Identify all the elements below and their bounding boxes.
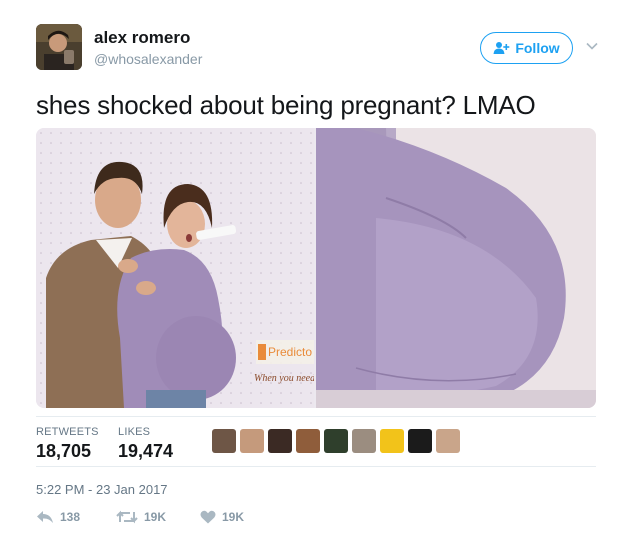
avatar[interactable] [36, 24, 82, 70]
media-tagline: When you need [254, 373, 314, 384]
liker-avatar[interactable] [436, 429, 460, 453]
tweet-media[interactable]: Predicto When you need [36, 128, 596, 408]
liker-avatar[interactable] [408, 429, 432, 453]
liker-avatars [212, 429, 460, 455]
media-brand: Predicto [268, 345, 312, 359]
tweet-stats: RETWEETS 18,705 LIKES 19,474 [36, 426, 596, 466]
likes-value: 19,474 [118, 441, 174, 461]
retweets-stat[interactable]: RETWEETS 18,705 [36, 426, 99, 462]
tweet-timestamp[interactable]: 5:22 PM - 23 Jan 2017 [36, 482, 168, 497]
like-button[interactable]: 19K [200, 510, 244, 524]
follow-label: Follow [515, 40, 560, 56]
divider-mid [36, 466, 596, 467]
add-user-icon [493, 42, 510, 54]
likes-stat[interactable]: LIKES 19,474 [118, 426, 173, 462]
chevron-down-icon[interactable] [584, 38, 600, 54]
retweets-value: 18,705 [36, 441, 92, 461]
liker-avatar[interactable] [268, 429, 292, 453]
liker-avatar[interactable] [324, 429, 348, 453]
liker-avatar[interactable] [352, 429, 376, 453]
retweets-label: RETWEETS [36, 426, 99, 438]
tweet-actions: 138 19K 19K [36, 510, 596, 530]
liker-avatar[interactable] [240, 429, 264, 453]
media-photo-left[interactable]: Predicto When you need [36, 128, 316, 408]
retweet-count: 19K [144, 510, 167, 524]
tweet-text: shes shocked about being pregnant? LMAO [36, 90, 536, 120]
retweet-icon [116, 510, 138, 524]
reply-button[interactable]: 138 [36, 510, 80, 524]
liker-avatar[interactable] [296, 429, 320, 453]
tweet-header: alex romero @whosalexander Follow [36, 24, 606, 74]
reply-count: 138 [60, 510, 81, 524]
reply-icon [37, 511, 53, 523]
media-photo-right[interactable] [316, 128, 596, 408]
liker-avatar[interactable] [380, 429, 404, 453]
liker-avatar[interactable] [212, 429, 236, 453]
retweet-button[interactable]: 19K [116, 510, 166, 524]
author-name[interactable]: alex romero [94, 28, 190, 48]
heart-icon [200, 510, 216, 524]
follow-button[interactable]: Follow [480, 32, 573, 64]
divider-top [36, 416, 596, 417]
author-handle[interactable]: @whosalexander [94, 51, 202, 67]
like-count: 19K [222, 510, 245, 524]
likes-label: LIKES [118, 426, 151, 438]
